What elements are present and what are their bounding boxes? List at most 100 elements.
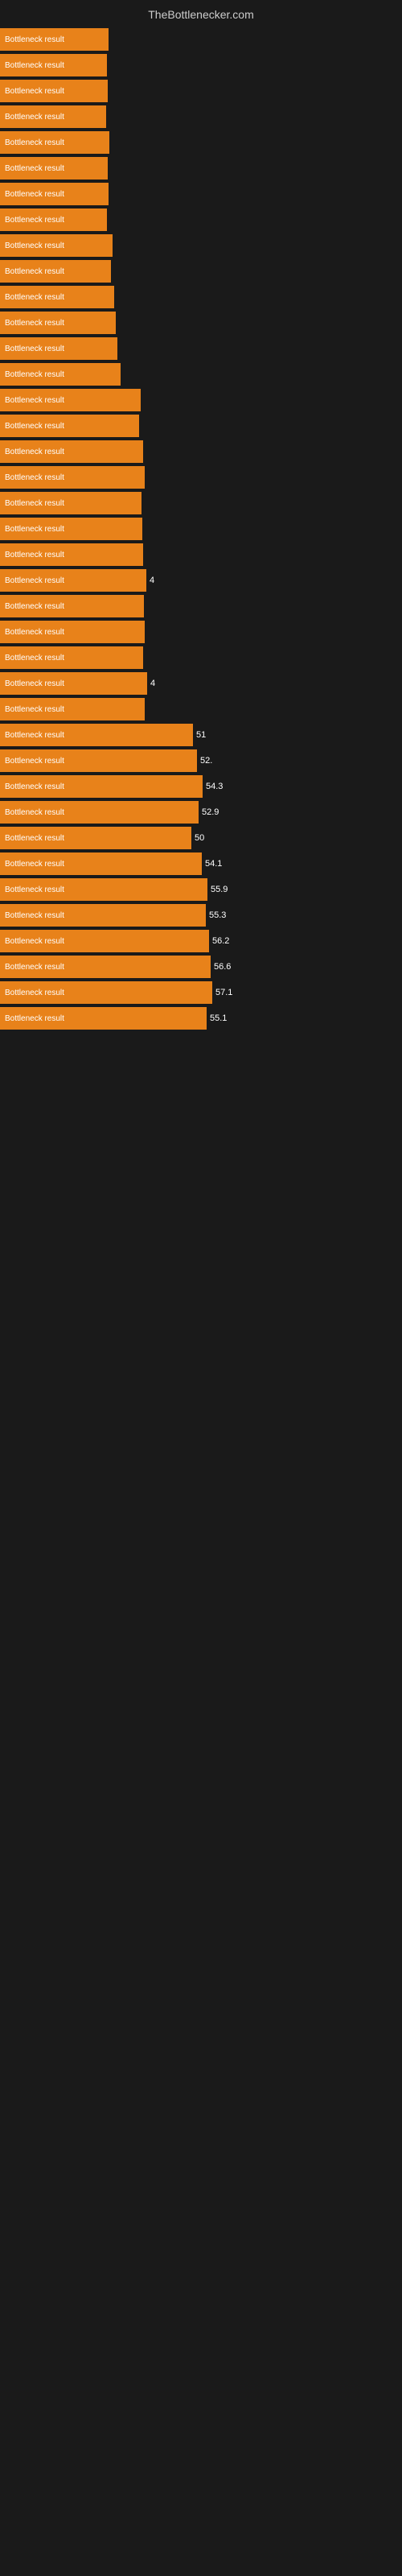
bar-value-container	[96, 698, 145, 720]
bar-fill	[96, 878, 207, 901]
bar-label: Bottleneck result	[0, 157, 96, 180]
bar-row: Bottleneck result	[0, 183, 402, 205]
bar-label: Bottleneck result	[0, 569, 96, 592]
bar-value-container: 55.3	[96, 904, 226, 927]
bar-fill	[96, 183, 109, 205]
bar-value-container	[96, 131, 109, 154]
bar-value-container: 57.1	[96, 981, 232, 1004]
bar-value-container: 54.3	[96, 775, 223, 798]
bar-number: 54.1	[202, 859, 222, 869]
bar-value-container: 55.1	[96, 1007, 227, 1030]
bar-value-container	[96, 80, 108, 102]
bar-number: 50	[191, 833, 204, 843]
bar-fill	[96, 801, 199, 824]
bar-row: Bottleneck result	[0, 337, 402, 360]
bar-fill	[96, 724, 193, 746]
bar-row: Bottleneck result	[0, 312, 402, 334]
bar-number: 52.	[197, 756, 212, 766]
bar-value-container	[96, 595, 144, 617]
bar-row: Bottleneck result56.6	[0, 956, 402, 978]
bar-value-container	[96, 518, 142, 540]
bar-label: Bottleneck result	[0, 363, 96, 386]
bar-fill	[96, 930, 209, 952]
bar-fill	[96, 80, 108, 102]
bar-fill	[96, 904, 206, 927]
bar-row: Bottleneck result	[0, 54, 402, 76]
bar-row: Bottleneck result	[0, 131, 402, 154]
bar-label: Bottleneck result	[0, 878, 96, 901]
bar-value-container	[96, 621, 145, 643]
bar-fill	[96, 956, 211, 978]
bar-fill	[96, 672, 147, 695]
bar-row: Bottleneck result4	[0, 672, 402, 695]
bar-fill	[96, 698, 145, 720]
bar-row: Bottleneck result 57.1	[0, 981, 402, 1004]
bar-label: Bottleneck result	[0, 415, 96, 437]
bar-label: Bottleneck result	[0, 518, 96, 540]
bar-label: Bottleneck result	[0, 930, 96, 952]
bar-label: Bottleneck result	[0, 775, 96, 798]
bar-number: 54.3	[203, 782, 223, 791]
bar-row: Bottleneck result	[0, 157, 402, 180]
bar-row: Bottleneck result	[0, 415, 402, 437]
bar-fill	[96, 1007, 207, 1030]
bar-label: Bottleneck result	[0, 956, 96, 978]
bar-value-container	[96, 492, 142, 514]
bar-label: Bottleneck result	[0, 80, 96, 102]
bar-value-container: 51	[96, 724, 206, 746]
bar-value-container: 4	[96, 672, 155, 695]
bar-label: Bottleneck result	[0, 389, 96, 411]
bar-fill	[96, 595, 144, 617]
bar-number: 57.1	[212, 988, 232, 997]
bar-row: Bottleneck result	[0, 621, 402, 643]
bar-fill	[96, 415, 139, 437]
bar-fill	[96, 981, 212, 1004]
bar-label: Bottleneck result	[0, 543, 96, 566]
bar-fill	[96, 543, 143, 566]
bar-label: Bottleneck result	[0, 312, 96, 334]
bar-value-container	[96, 337, 117, 360]
bar-value-container	[96, 415, 139, 437]
bar-label: Bottleneck result	[0, 440, 96, 463]
bar-fill	[96, 440, 143, 463]
bar-label: Bottleneck result	[0, 208, 96, 231]
bar-row: Bottleneck result	[0, 595, 402, 617]
bar-fill	[96, 157, 108, 180]
bar-fill	[96, 105, 106, 128]
bar-value-container: 52.	[96, 749, 212, 772]
bar-fill	[96, 621, 145, 643]
bar-label: Bottleneck result	[0, 981, 96, 1004]
bar-label: Bottleneck result	[0, 621, 96, 643]
bar-label: Bottleneck result	[0, 749, 96, 772]
bar-value-container: 56.6	[96, 956, 231, 978]
bar-fill	[96, 518, 142, 540]
bar-label: Bottleneck result	[0, 183, 96, 205]
bar-label: Bottleneck result	[0, 131, 96, 154]
bar-row: Bottleneck result	[0, 518, 402, 540]
bar-fill	[96, 749, 197, 772]
bar-fill	[96, 260, 111, 283]
site-title: TheBottlenecker.com	[148, 8, 254, 21]
bar-label: Bottleneck result	[0, 698, 96, 720]
bar-label: Bottleneck result	[0, 852, 96, 875]
bar-label: Bottleneck result	[0, 466, 96, 489]
bar-row: Bottleneck result52.9	[0, 801, 402, 824]
bar-value-container: 52.9	[96, 801, 219, 824]
bar-row: Bottleneck result	[0, 543, 402, 566]
bar-fill	[96, 208, 107, 231]
bar-label: Bottleneck result	[0, 260, 96, 283]
bar-value-container	[96, 466, 145, 489]
bar-row: Bottleneck result	[0, 492, 402, 514]
chart-container: Bottleneck resultBottleneck resultBottle…	[0, 28, 402, 1049]
bar-label: Bottleneck result	[0, 672, 96, 695]
bar-label: Bottleneck result	[0, 337, 96, 360]
bar-fill	[96, 234, 113, 257]
bar-row: Bottleneck result	[0, 208, 402, 231]
bar-value-container	[96, 312, 116, 334]
bar-row: Bottleneck result55.3	[0, 904, 402, 927]
bar-fill	[96, 569, 146, 592]
bar-label: Bottleneck result	[0, 724, 96, 746]
bar-number: 55.3	[206, 910, 226, 920]
bar-fill	[96, 286, 114, 308]
bar-fill	[96, 852, 202, 875]
